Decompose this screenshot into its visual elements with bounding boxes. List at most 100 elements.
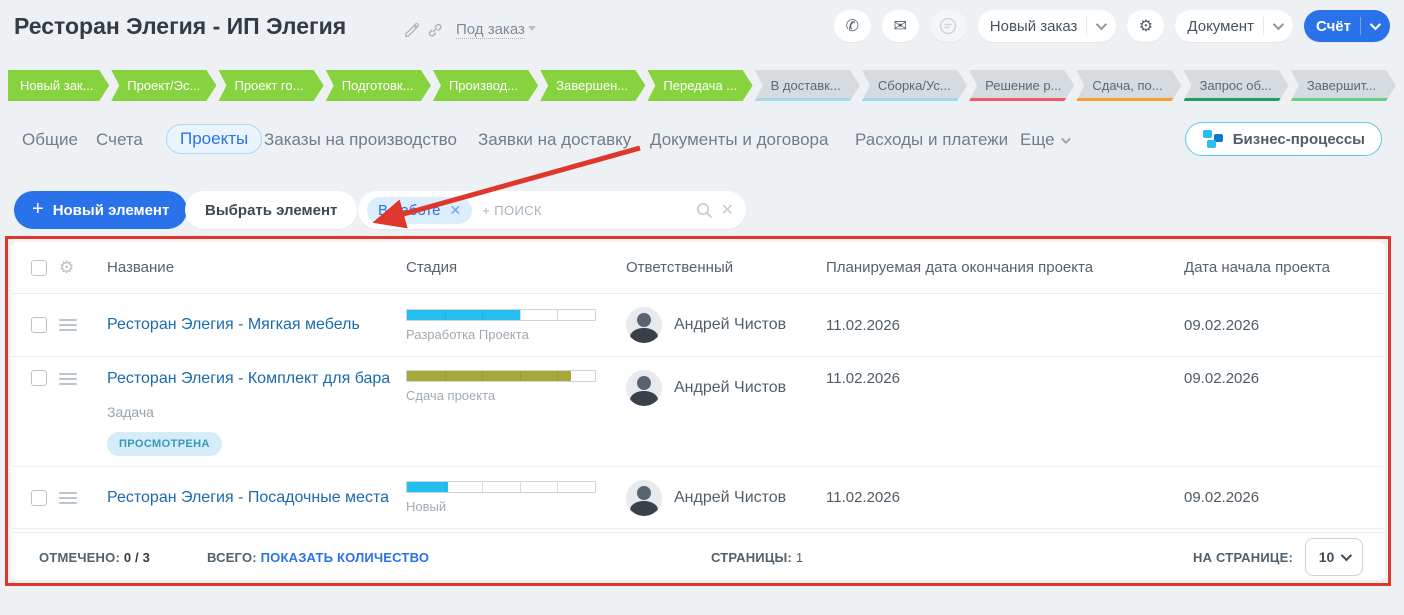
grid-header-row: ⚙ Название Стадия Ответственный Планируе… <box>11 242 1385 294</box>
column-header-start-date[interactable]: Дата начала проекта <box>1174 259 1385 276</box>
stage-chip[interactable]: Передача ... <box>647 70 752 101</box>
call-button[interactable]: ✆ <box>833 10 871 42</box>
select-element-button[interactable]: Выбрать элемент <box>185 191 358 229</box>
stage-chip[interactable]: Производ... <box>433 70 538 101</box>
tab[interactable]: Еще <box>1020 130 1071 150</box>
tab[interactable]: Расходы и платежи <box>855 130 1008 150</box>
stage-label: Сборка/Ус... <box>877 78 951 93</box>
row-menu-icon[interactable] <box>59 319 77 331</box>
new-element-button[interactable]: + Новый элемент <box>14 191 188 229</box>
tab[interactable]: Заказы на производство <box>264 130 457 150</box>
tab[interactable]: Общие <box>22 130 78 150</box>
business-process-button[interactable]: Бизнес-процессы <box>1184 122 1382 156</box>
start-date: 09.02.2026 <box>1184 489 1260 506</box>
edit-pencil-icon[interactable] <box>404 22 419 38</box>
start-date: 09.02.2026 <box>1184 316 1260 334</box>
stage-chip[interactable]: В доставк... <box>755 70 860 101</box>
avatar <box>626 370 662 406</box>
remove-filter-icon[interactable]: ✕ <box>450 202 462 219</box>
project-link[interactable]: Ресторан Элегия - Комплект для бара <box>107 370 390 387</box>
per-page-label: НА СТРАНИЦЕ: <box>1193 550 1293 565</box>
grid-footer: ОТМЕЧЕНО: 0 / 3 ВСЕГО: ПОКАЗАТЬ КОЛИЧЕСТ… <box>11 532 1385 580</box>
stage-chip[interactable]: Новый зак... <box>8 70 109 101</box>
stage-underline <box>1076 98 1181 101</box>
stage-progress-bar <box>406 481 596 493</box>
page-title: Ресторан Элегия - ИП Элегия <box>14 13 347 39</box>
responsible-name: Андрей Чистов <box>674 488 787 506</box>
stage-label: Проект/Эс... <box>127 78 201 93</box>
stage-underline <box>862 98 967 101</box>
stage-chip[interactable]: Завершит... <box>1291 70 1396 101</box>
invoice-button[interactable]: Счёт <box>1303 10 1390 42</box>
stage-chip[interactable]: Завершен... <box>540 70 645 101</box>
annotation-rectangle: ⚙ Название Стадия Ответственный Планируе… <box>5 236 1391 586</box>
workflow-icon <box>1202 130 1223 148</box>
filter-chip-in-progress[interactable]: В работе ✕ <box>367 196 473 224</box>
clear-search-icon[interactable]: ✕ <box>721 200 734 220</box>
settings-button[interactable]: ⚙ <box>1127 10 1165 42</box>
document-button[interactable]: Документ <box>1175 10 1293 42</box>
project-link[interactable]: Ресторан Элегия - Мягкая мебель <box>107 316 360 333</box>
stage-chip[interactable]: Запрос об... <box>1184 70 1289 101</box>
stage-name-label: Новый <box>406 499 447 514</box>
chat-refresh-icon <box>940 17 957 35</box>
row-menu-icon[interactable] <box>59 373 77 385</box>
chat-button-disabled <box>929 10 967 42</box>
stage-chip[interactable]: Проект го... <box>218 70 323 101</box>
column-header-stage[interactable]: Стадия <box>396 259 616 276</box>
copy-link-icon[interactable] <box>427 22 443 38</box>
search-filter-field[interactable]: В работе ✕ + поиск ✕ <box>358 191 746 229</box>
grid-settings-gear-icon[interactable]: ⚙ <box>59 258 74 277</box>
row-checkbox[interactable] <box>31 489 47 506</box>
order-type-selector[interactable]: Под заказ <box>456 21 525 39</box>
show-count-link[interactable]: ПОКАЗАТЬ КОЛИЧЕСТВО <box>261 550 430 565</box>
stage-label: Завершен... <box>556 78 629 93</box>
tab[interactable]: Документы и договора <box>650 130 828 150</box>
stage-chip[interactable]: Решение р... <box>969 70 1074 101</box>
row-checkbox[interactable] <box>31 317 47 333</box>
new-element-label: Новый элемент <box>52 201 170 219</box>
column-header-name[interactable]: Название <box>97 259 396 276</box>
project-link[interactable]: Ресторан Элегия - Посадочные места <box>107 489 389 506</box>
end-date: 11.02.2026 <box>826 316 900 334</box>
stage-chip[interactable]: Подготовк... <box>326 70 431 101</box>
end-date: 11.02.2026 <box>826 370 900 387</box>
avatar <box>626 479 662 516</box>
table-row: Ресторан Элегия - Посадочные места Новый… <box>11 467 1385 529</box>
avatar <box>626 307 662 343</box>
search-placeholder: + поиск <box>482 202 543 218</box>
stage-label: Проект го... <box>234 78 304 93</box>
tab[interactable]: Заявки на доставку <box>478 130 631 150</box>
email-button[interactable]: ✉ <box>881 10 919 42</box>
stage-underline <box>755 98 860 101</box>
stage-label: Передача ... <box>663 78 738 93</box>
total-counter: ВСЕГО: ПОКАЗАТЬ КОЛИЧЕСТВО <box>207 550 430 565</box>
new-order-button[interactable]: Новый заказ <box>977 10 1117 42</box>
tab-active[interactable]: Проекты <box>166 124 263 154</box>
chevron-down-icon <box>1060 133 1071 144</box>
per-page-select[interactable]: 10 <box>1305 538 1363 576</box>
task-status-badge[interactable]: ПРОСМОТРЕНА <box>107 432 222 456</box>
column-header-responsible[interactable]: Ответственный <box>616 259 816 276</box>
end-date: 11.02.2026 <box>826 489 900 506</box>
row-menu-icon[interactable] <box>59 491 77 504</box>
select-all-checkbox[interactable] <box>31 259 47 276</box>
responsible-name: Андрей Чистов <box>674 379 787 396</box>
tab[interactable]: Счета <box>96 130 143 150</box>
business-process-label: Бизнес-процессы <box>1232 130 1365 148</box>
envelope-icon: ✉ <box>893 18 907 35</box>
chevron-down-icon <box>1096 18 1108 31</box>
detail-tabs: Общие Счета Проекты Заказы на производст… <box>0 122 1404 164</box>
column-header-end-date[interactable]: Планируемая дата окончания проекта <box>816 259 1174 276</box>
stage-chip[interactable]: Проект/Эс... <box>111 70 216 101</box>
stage-chip[interactable]: Сдача, по... <box>1076 70 1181 101</box>
search-icon[interactable] <box>696 202 713 219</box>
row-checkbox[interactable] <box>31 370 47 386</box>
select-element-label: Выбрать элемент <box>205 201 338 219</box>
invoice-label: Счёт <box>1315 17 1351 35</box>
responsible-name: Андрей Чистов <box>674 316 787 333</box>
toolbar: + Новый элемент Выбрать элемент В работе… <box>0 191 1404 231</box>
stage-label: Подготовк... <box>341 78 414 93</box>
chevron-down-icon <box>1369 18 1382 31</box>
stage-chip[interactable]: Сборка/Ус... <box>862 70 967 101</box>
